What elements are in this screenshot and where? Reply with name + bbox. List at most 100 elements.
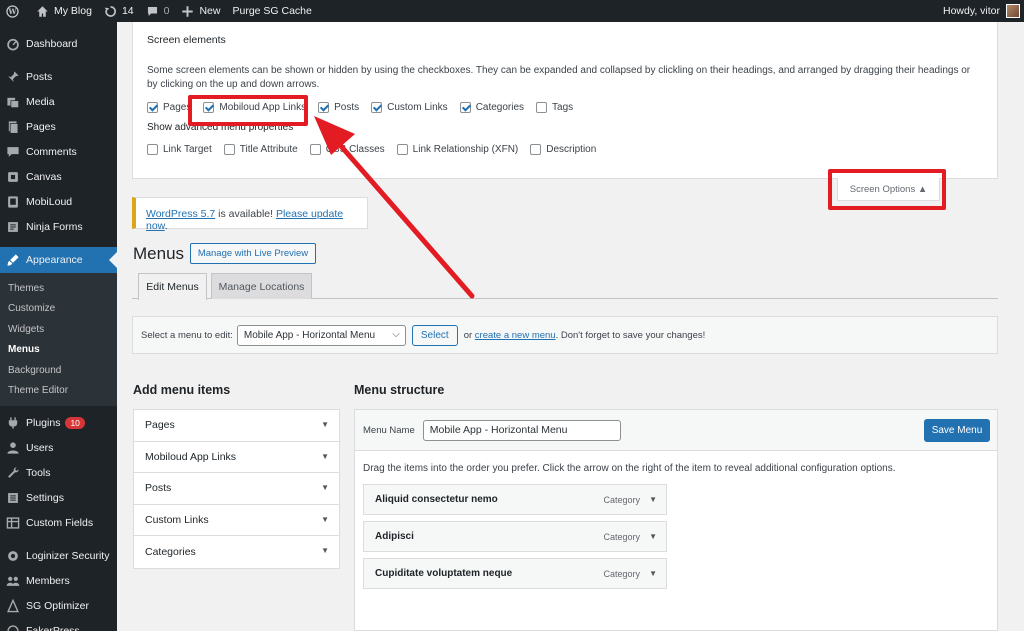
wordpress-logo-icon: W <box>6 4 19 18</box>
menu-select[interactable]: Mobile App - Horizontal Menu ⌵ <box>236 324 406 346</box>
appearance-submenu: Themes Customize Widgets Menus Background The… <box>0 273 117 406</box>
checkbox-box[interactable] <box>530 144 542 155</box>
checkbox-box[interactable] <box>371 102 383 113</box>
comments-link[interactable]: 0 <box>140 0 176 22</box>
menu-structure-title: Menu structure <box>354 383 445 397</box>
notice-end: . <box>164 220 168 232</box>
sidebar-item-media[interactable]: Media <box>0 89 117 114</box>
tools-icon <box>8 466 19 478</box>
submenu-item-background[interactable]: Background <box>0 360 117 381</box>
sidebar-item-comments[interactable]: Comments <box>0 139 117 164</box>
submenu-item-widgets[interactable]: Widgets <box>0 319 117 340</box>
sidebar-item-fakerpress[interactable]: FakerPress <box>0 618 117 631</box>
sidebar-item-ninja-forms[interactable]: Ninja Forms <box>0 214 117 239</box>
submenu-item-customize[interactable]: Customize <box>0 299 117 320</box>
plugins-update-badge: 10 <box>65 416 85 429</box>
sidebar-item-canvas[interactable]: Canvas <box>0 164 117 189</box>
sidebar-item-label: Posts <box>26 70 53 83</box>
select-button[interactable]: Select <box>411 324 458 346</box>
checkbox-custom-links[interactable]: Custom Links <box>371 102 448 113</box>
settings-icon <box>8 492 18 503</box>
sidebar-item-label: Plugins <box>26 416 61 429</box>
tab-manage-locations[interactable]: Manage Locations <box>211 273 312 299</box>
users-icon <box>7 441 19 454</box>
checkbox-pages[interactable]: Pages <box>147 102 191 113</box>
wordpress-logo-button[interactable]: W <box>0 0 30 22</box>
comment-icon <box>147 6 157 16</box>
sidebar-item-members[interactable]: Members <box>0 568 117 593</box>
accordion-section-pages[interactable]: Pages ▼ <box>134 410 339 442</box>
sidebar-item-custom-fields[interactable]: Custom Fields <box>0 510 117 535</box>
purge-cache-link[interactable]: Purge SG Cache <box>226 0 317 22</box>
accordion-section-label: Pages <box>145 419 175 432</box>
menu-name-input[interactable]: Mobile App - Horizontal Menu <box>422 419 621 441</box>
add-items-accordion: Pages ▼ Mobiloud App Links ▼ Posts ▼ Custom Li… <box>133 409 340 569</box>
menu-item[interactable]: Cupiditate voluptatem neque Category ▼ <box>363 558 667 589</box>
admin-sidebar: Dashboard Posts Media Pages Comments Canvas Mo… <box>0 22 117 631</box>
checkbox-box[interactable] <box>147 102 158 113</box>
checkbox-box[interactable] <box>459 102 471 113</box>
checkbox-box[interactable] <box>536 102 548 113</box>
checkbox-box[interactable] <box>223 144 235 155</box>
menu-items-list: Aliquid consectetur nemo Category ▼ Adipisc… <box>355 484 997 589</box>
checkbox-tags[interactable]: Tags <box>536 102 573 113</box>
sidebar-item-users[interactable]: Users <box>0 435 117 460</box>
account-menu[interactable]: Howdy, vitor <box>943 0 1020 22</box>
home-icon <box>37 5 48 17</box>
wordpress-version-link[interactable]: WordPress 5.7 <box>146 208 215 220</box>
accordion-section-posts[interactable]: Posts ▼ <box>134 473 339 505</box>
checkbox-box[interactable] <box>396 144 408 155</box>
submenu-item-theme-editor[interactable]: Theme Editor <box>0 381 117 402</box>
checkbox-categories[interactable]: Categories <box>459 102 524 113</box>
tab-edit-menus[interactable]: Edit Menus <box>138 273 207 300</box>
checkbox-posts[interactable]: Posts <box>318 102 359 113</box>
create-new-menu-link[interactable]: create a new menu <box>475 330 556 341</box>
sidebar-item-loginizer-security[interactable]: Loginizer Security <box>0 543 117 568</box>
menu-item-title: Aliquid consectetur nemo <box>375 494 498 505</box>
checkbox-description[interactable]: Description <box>530 144 596 155</box>
accordion-section-label: Categories <box>145 546 196 559</box>
sidebar-item-dashboard[interactable]: Dashboard <box>0 31 117 56</box>
caret-down-icon[interactable]: ▼ <box>649 532 657 541</box>
sidebar-item-plugins[interactable]: Plugins 10 <box>0 410 117 435</box>
notice-text: is available! <box>215 208 276 220</box>
site-name-link[interactable]: My Blog <box>30 0 98 22</box>
sidebar-item-label: Ninja Forms <box>26 220 83 233</box>
checkbox-box[interactable] <box>318 102 330 113</box>
sidebar-item-appearance[interactable]: Appearance <box>0 247 117 273</box>
save-menu-button[interactable]: Save Menu <box>924 419 990 442</box>
checkbox-label: CSS Classes <box>325 144 385 155</box>
checkbox-link-target[interactable]: Link Target <box>147 144 212 155</box>
checkbox-box[interactable] <box>309 144 321 155</box>
menu-item[interactable]: Aliquid consectetur nemo Category ▼ <box>363 484 667 515</box>
accordion-section-categories[interactable]: Categories ▼ <box>134 536 339 568</box>
sidebar-item-mobiloud[interactable]: MobiLoud <box>0 189 117 214</box>
save-reminder-text: . Don't forget to save your changes! <box>555 329 706 341</box>
checkbox-title-attribute[interactable]: Title Attribute <box>223 144 298 155</box>
sidebar-item-tools[interactable]: Tools <box>0 460 117 485</box>
checkbox-box[interactable] <box>147 144 158 155</box>
caret-down-icon[interactable]: ▼ <box>649 495 657 504</box>
accordion-section-label: Mobiloud App Links <box>145 450 237 463</box>
faker-icon <box>7 624 19 631</box>
sidebar-item-label: FakerPress <box>26 624 80 631</box>
updates-link[interactable]: 14 <box>98 0 140 22</box>
new-content-link[interactable]: New <box>175 0 226 22</box>
submenu-item-menus[interactable]: Menus <box>0 340 117 361</box>
sidebar-item-posts[interactable]: Posts <box>0 64 117 89</box>
sidebar-item-label: Users <box>26 441 54 454</box>
accordion-section-mobiloud-app-links[interactable]: Mobiloud App Links ▼ <box>134 442 339 474</box>
sidebar-item-settings[interactable]: Settings <box>0 485 117 510</box>
caret-down-icon[interactable]: ▼ <box>649 569 657 578</box>
page-title: Menus <box>133 244 185 263</box>
manage-live-preview-button[interactable]: Manage with Live Preview <box>190 243 316 264</box>
menu-item[interactable]: Adipisci Category ▼ <box>363 521 667 552</box>
checkbox-link-relationship-xfn-[interactable]: Link Relationship (XFN) <box>396 144 518 155</box>
members-icon <box>6 576 20 586</box>
refresh-icon <box>104 5 116 17</box>
sidebar-item-sg-optimizer[interactable]: SG Optimizer <box>0 593 117 618</box>
sidebar-item-pages[interactable]: Pages <box>0 114 117 139</box>
submenu-item-themes[interactable]: Themes <box>0 278 117 299</box>
accordion-section-custom-links[interactable]: Custom Links ▼ <box>134 505 339 537</box>
checkbox-css-classes[interactable]: CSS Classes <box>309 144 385 155</box>
